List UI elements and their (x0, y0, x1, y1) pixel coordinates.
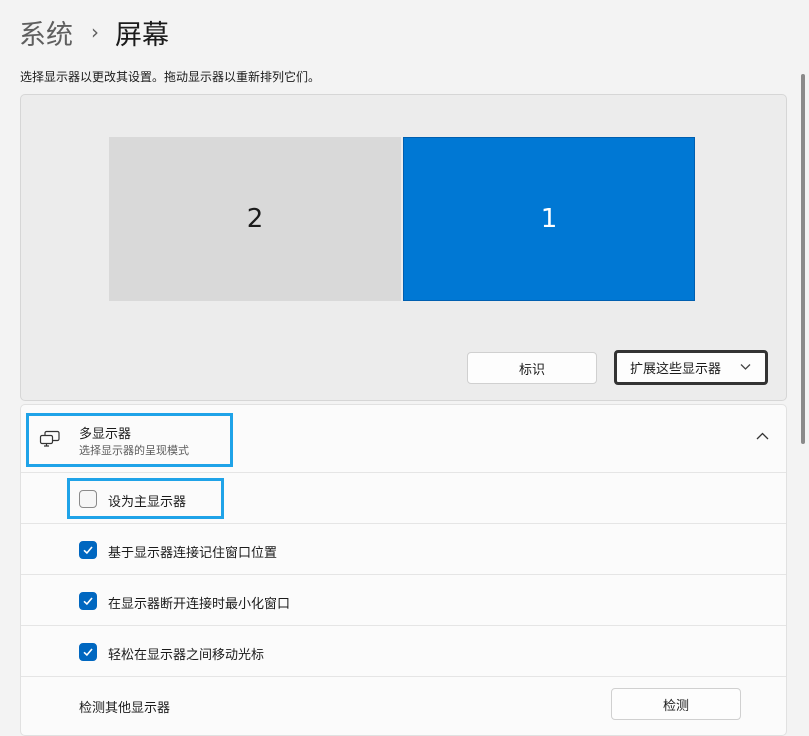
checkbox-set-primary[interactable] (79, 490, 97, 508)
breadcrumb-parent-system[interactable]: 系统 (19, 13, 73, 52)
check-icon (83, 648, 93, 657)
multi-display-panel: 多显示器 选择显示器的呈现模式 设为主显示器 基于显示器连接记住窗口位置 在显示… (20, 404, 787, 736)
display-mode-value: 扩展这些显示器 (630, 362, 722, 377)
page-title: 屏幕 (115, 19, 169, 51)
option-row-minimize-windows[interactable]: 在显示器断开连接时最小化窗口 (21, 574, 786, 625)
identify-button[interactable]: 标识 (467, 352, 597, 384)
monitor-1-label: 1 (540, 204, 558, 234)
scrollbar[interactable] (801, 74, 805, 444)
arrange-description: 选择显示器以更改其设置。拖动显示器以重新排列它们。 (20, 70, 321, 84)
breadcrumb: 系统 › 屏幕 (19, 12, 169, 52)
monitor-2[interactable]: 2 (109, 137, 401, 301)
check-icon (83, 546, 93, 555)
detect-button[interactable]: 检测 (611, 688, 741, 720)
detect-label: 检测其他显示器 (79, 701, 171, 716)
display-mode-dropdown[interactable]: 扩展这些显示器 (614, 350, 768, 385)
multi-display-icon (39, 430, 61, 448)
checkbox-minimize-windows[interactable] (79, 592, 97, 610)
check-icon (83, 597, 93, 606)
monitor-1[interactable]: 1 (403, 137, 695, 301)
monitor-2-label: 2 (246, 204, 264, 234)
chevron-up-icon[interactable] (756, 428, 769, 444)
multi-display-header[interactable]: 多显示器 选择显示器的呈现模式 (21, 405, 786, 472)
multi-display-title: 多显示器 (79, 427, 132, 442)
breadcrumb-separator: › (91, 20, 99, 44)
display-arrangement-area: 2 1 标识 扩展这些显示器 (20, 94, 787, 401)
chevron-down-icon (740, 361, 751, 374)
option-row-remember-window[interactable]: 基于显示器连接记住窗口位置 (21, 523, 786, 574)
detect-row: 检测其他显示器 检测 (21, 676, 786, 735)
option-row-move-cursor[interactable]: 轻松在显示器之间移动光标 (21, 625, 786, 676)
option-label-minimize-windows: 在显示器断开连接时最小化窗口 (108, 597, 291, 612)
multi-display-subtitle: 选择显示器的呈现模式 (79, 444, 189, 457)
checkbox-move-cursor[interactable] (79, 643, 97, 661)
option-label-remember-window: 基于显示器连接记住窗口位置 (108, 546, 278, 561)
option-label-move-cursor: 轻松在显示器之间移动光标 (108, 648, 265, 663)
checkbox-remember-window[interactable] (79, 541, 97, 559)
option-label-set-primary: 设为主显示器 (108, 495, 187, 510)
option-row-set-primary[interactable]: 设为主显示器 (21, 472, 786, 523)
